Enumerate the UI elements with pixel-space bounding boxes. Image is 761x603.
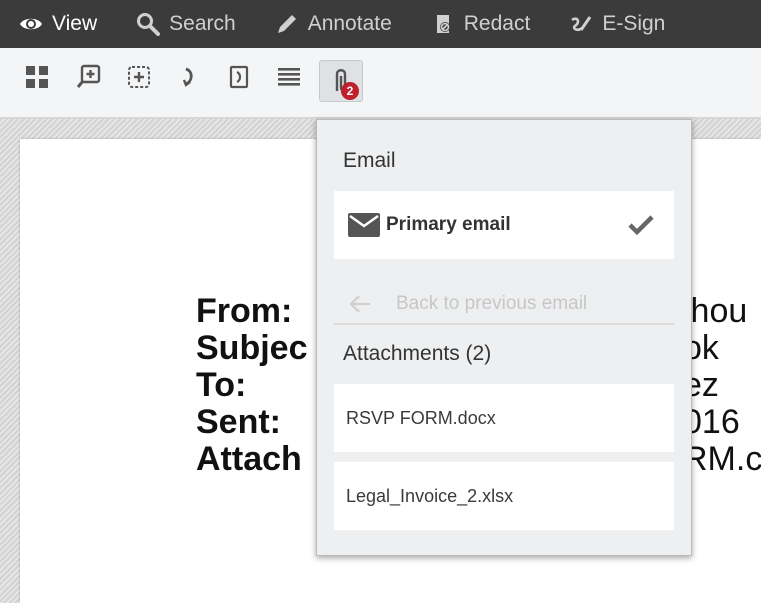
attachments-button[interactable]: 2 [319, 60, 363, 102]
nav-search-label: Search [169, 12, 236, 35]
page-button[interactable] [224, 62, 254, 92]
nav-esign[interactable]: E-Sign [550, 0, 665, 48]
pencil-icon [274, 11, 300, 37]
mail-icon [348, 213, 380, 237]
nav-annotate-label: Annotate [307, 12, 392, 35]
attachments-label: Attach [196, 440, 302, 478]
subject-value: ok [683, 329, 719, 367]
attachments-dropdown: Email Primary email Back to previous ema… [316, 119, 692, 556]
top-nav-bar: View Search Annotate Redact E-Sign [0, 0, 761, 48]
nav-view[interactable]: View [0, 0, 97, 48]
attachments-value: RM.c [683, 440, 761, 478]
rotate-icon [182, 67, 193, 87]
zoom-in-icon [76, 64, 101, 88]
redact-icon [430, 11, 456, 37]
text-view-button[interactable] [274, 62, 304, 92]
attachment-item[interactable]: RSVP FORM.docx [334, 384, 674, 452]
email-header-values: lhou ok ez 016 RM.c [683, 293, 761, 478]
nav-view-label: View [52, 12, 98, 35]
attachment-name: RSVP FORM.docx [346, 407, 496, 428]
nav-search[interactable]: Search [117, 0, 236, 48]
email-heading: Email [343, 149, 396, 172]
nav-redact[interactable]: Redact [412, 0, 531, 48]
page-icon [229, 65, 249, 89]
nav-redact-label: Redact [463, 12, 531, 35]
nav-annotate[interactable]: Annotate [256, 0, 392, 48]
subject-label: Subjec [196, 329, 308, 367]
nav-esign-label: E-Sign [602, 12, 666, 35]
primary-email-item[interactable]: Primary email [334, 191, 674, 259]
search-icon [135, 11, 161, 37]
attachments-heading: Attachments (2) [343, 342, 492, 365]
attachment-name: Legal_Invoice_2.xlsx [346, 485, 514, 506]
back-to-previous-email[interactable]: Back to previous email [334, 285, 674, 325]
checkmark-icon [628, 215, 654, 236]
signature-icon [568, 11, 594, 37]
from-value: lhou [683, 292, 748, 330]
sent-label: Sent: [196, 403, 281, 441]
primary-email-label: Primary email [386, 214, 511, 235]
back-label: Back to previous email [396, 293, 588, 314]
document-toolbar: 2 [0, 48, 761, 118]
eye-icon [18, 11, 44, 37]
attachment-item[interactable]: Legal_Invoice_2.xlsx [334, 462, 674, 530]
from-label: From: [196, 292, 293, 330]
sent-value: 016 [683, 403, 740, 441]
attachments-count-badge: 2 [341, 82, 359, 100]
fit-button[interactable] [124, 62, 154, 92]
fit-icon [128, 66, 150, 88]
zoom-in-button[interactable] [74, 62, 104, 92]
thumbnails-icon [26, 66, 48, 88]
email-header-labels: From: Subjec To: Sent: Attach [196, 293, 307, 478]
text-lines-icon [278, 68, 300, 86]
to-label: To: [196, 366, 247, 404]
to-value: ez [683, 366, 719, 404]
arrow-left-icon [349, 295, 370, 313]
thumbnails-button[interactable] [22, 62, 52, 92]
rotate-button[interactable] [174, 62, 204, 92]
